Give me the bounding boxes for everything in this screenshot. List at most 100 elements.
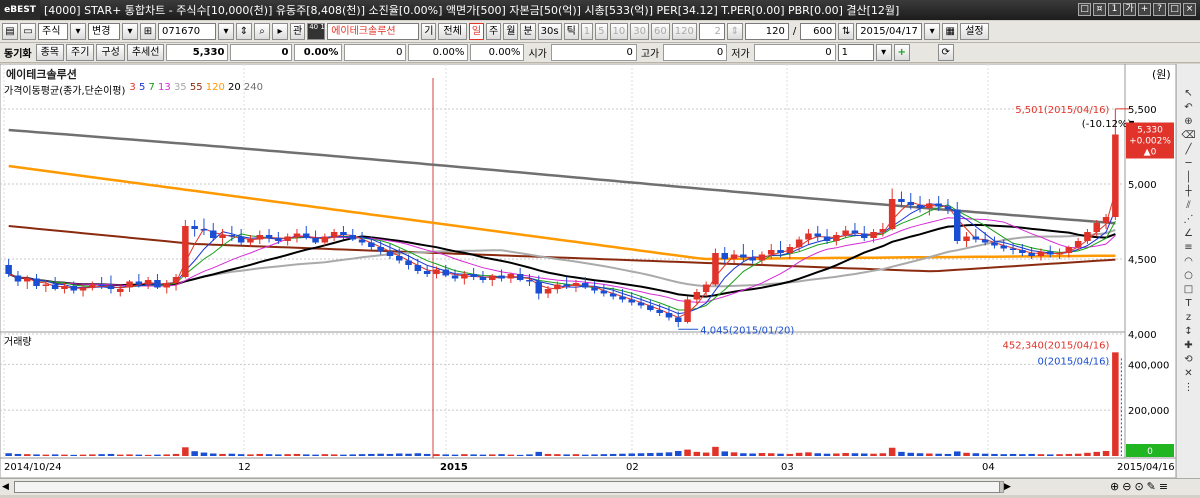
window-btn-plus[interactable]: + bbox=[1138, 3, 1151, 16]
date-input[interactable]: 2015/04/17 bbox=[856, 23, 923, 40]
interval-10[interactable]: 10 bbox=[609, 23, 629, 40]
badge-40-100[interactable]: 40 100 bbox=[307, 23, 334, 40]
price-volume-chart[interactable]: 5,500 5,000 4,500 4,000 400,000 200,000 2014/1… bbox=[0, 63, 1200, 495]
save-icon[interactable]: ▤ bbox=[2, 23, 18, 40]
layout-icon[interactable]: ▭ bbox=[20, 23, 36, 40]
zoom-menu-icon[interactable]: ≡ bbox=[1159, 480, 1168, 493]
arc-tool-icon[interactable]: ◠ bbox=[1184, 256, 1193, 267]
volume-bar bbox=[256, 453, 264, 456]
compose-button[interactable]: 구성 bbox=[96, 44, 125, 61]
window-btn-restore[interactable]: □ bbox=[1078, 3, 1091, 16]
code-dropdown-icon[interactable]: ▾ bbox=[218, 23, 234, 40]
interval-1[interactable]: 1 bbox=[580, 23, 594, 40]
scroll-left-icon[interactable]: ◀ bbox=[2, 482, 9, 492]
angle-tool-icon[interactable]: ∠ bbox=[1184, 228, 1193, 239]
delete-tool-icon[interactable]: ✕ bbox=[1184, 368, 1192, 379]
vline-tool-icon[interactable]: │ bbox=[1185, 172, 1191, 183]
candle-body bbox=[805, 233, 812, 240]
zoom-tool-wrench-icon[interactable]: ✎ bbox=[1147, 480, 1156, 493]
zoom-fit-icon[interactable]: ⊙ bbox=[1134, 480, 1143, 493]
fib-tool-icon[interactable]: ≡ bbox=[1184, 242, 1192, 253]
scroll-right-icon[interactable]: ▶ bbox=[1004, 482, 1011, 492]
candle-body bbox=[1074, 241, 1082, 247]
period-week[interactable]: 주 bbox=[486, 23, 502, 40]
interval-30[interactable]: 30 bbox=[630, 23, 649, 40]
code-spin-icon[interactable]: ⇕ bbox=[236, 23, 252, 40]
magnifier-icon[interactable]: ⌕ bbox=[254, 23, 270, 40]
zoom-tool-icon[interactable]: ⊕ bbox=[1184, 116, 1192, 127]
chart-area[interactable]: 5,500 5,000 4,500 4,000 400,000 200,000 2014/1… bbox=[0, 63, 1200, 495]
interval-5[interactable]: 5 bbox=[595, 23, 608, 40]
window-btn-font[interactable]: 가 bbox=[1123, 3, 1136, 16]
period-minute[interactable]: 분 bbox=[520, 23, 536, 40]
low-label: 저가 bbox=[731, 49, 750, 60]
candle-body bbox=[414, 265, 422, 271]
candle-body bbox=[1046, 251, 1054, 255]
circle-tool-icon[interactable]: ○ bbox=[1184, 270, 1193, 281]
period-30s[interactable]: 30s bbox=[537, 23, 562, 40]
period-month[interactable]: 월 bbox=[503, 23, 519, 40]
cycle-tool-icon[interactable]: ⟲ bbox=[1184, 354, 1192, 365]
scroll-thumb[interactable] bbox=[14, 481, 1000, 493]
undo-tool-icon[interactable]: ↶ bbox=[1184, 102, 1192, 113]
window-btn-maximize[interactable]: □ bbox=[1168, 3, 1181, 16]
sort-icon[interactable]: ⇅ bbox=[838, 23, 855, 40]
trendline-tool-icon[interactable]: ╱ bbox=[1185, 144, 1191, 155]
rect-tool-icon[interactable]: □ bbox=[1184, 284, 1193, 295]
arrow-tool-icon[interactable]: ↕ bbox=[1184, 326, 1192, 337]
volume-bar bbox=[98, 454, 105, 456]
add-icon[interactable]: + bbox=[893, 44, 910, 61]
next-icon[interactable]: ▸ bbox=[272, 23, 288, 40]
interval-spin-icon[interactable]: ⇕ bbox=[726, 23, 743, 40]
settings-button[interactable]: 설정 bbox=[960, 23, 989, 40]
interval-input[interactable]: 2 bbox=[698, 23, 725, 40]
period-tick[interactable]: 틱 bbox=[563, 23, 579, 40]
kwan-button[interactable]: 관 bbox=[290, 23, 306, 40]
volume-bar bbox=[944, 453, 952, 456]
channel-tool-icon[interactable]: ⫽ bbox=[1186, 200, 1190, 211]
all-button[interactable]: 전체 bbox=[438, 23, 467, 40]
open-label: 시가 bbox=[528, 49, 547, 60]
calendar-icon[interactable]: ▦ bbox=[942, 23, 959, 40]
zoom-out-icon[interactable]: ⊖ bbox=[1122, 480, 1131, 493]
gann-tool-icon[interactable]: ✚ bbox=[1184, 340, 1192, 351]
window-btn-help[interactable]: ? bbox=[1153, 3, 1166, 16]
market-select[interactable]: 주식 bbox=[38, 23, 68, 40]
window-btn-link[interactable]: ¤ bbox=[1093, 3, 1106, 16]
change-select[interactable]: 변경 bbox=[88, 23, 120, 40]
market-dropdown-icon[interactable]: ▾ bbox=[70, 23, 86, 40]
item-button[interactable]: 종목 bbox=[35, 44, 65, 61]
lines-dropdown-icon[interactable]: ▾ bbox=[875, 44, 892, 61]
refresh-icon[interactable]: ⟳ bbox=[937, 44, 954, 61]
change-dropdown-icon[interactable]: ▾ bbox=[122, 23, 138, 40]
fan-tool-icon[interactable]: ⋰ bbox=[1184, 214, 1194, 225]
lines-select[interactable]: 1 bbox=[837, 44, 874, 61]
code-search-icon[interactable]: ⊞ bbox=[140, 23, 156, 40]
cross-tool-icon[interactable]: ┼ bbox=[1185, 186, 1191, 197]
window-btn-one[interactable]: 1 bbox=[1108, 3, 1121, 16]
candle-body bbox=[684, 299, 691, 322]
window-btn-close[interactable]: × bbox=[1183, 3, 1196, 16]
stock-code-input[interactable]: 071670 bbox=[158, 23, 216, 40]
gi-button[interactable]: 기 bbox=[421, 23, 437, 40]
ma-legend-period: 120 bbox=[205, 82, 229, 93]
interval-60[interactable]: 60 bbox=[650, 23, 670, 40]
interval-120[interactable]: 120 bbox=[671, 23, 697, 40]
text-tool-icon[interactable]: T bbox=[1185, 298, 1191, 309]
candle-body bbox=[544, 289, 552, 294]
period-day[interactable]: 일 bbox=[468, 23, 485, 40]
trendline-button[interactable]: 추세선 bbox=[126, 44, 165, 61]
candle-body bbox=[23, 278, 31, 282]
zoom-in-icon[interactable]: ⊕ bbox=[1110, 480, 1119, 493]
period-button[interactable]: 주기 bbox=[66, 44, 95, 61]
count-input[interactable]: 120 bbox=[744, 23, 789, 40]
horizontal-scrollbar[interactable]: ◀ ▶ ⊕ ⊖ ⊙ ✎ ≡ bbox=[0, 478, 1200, 495]
hline-tool-icon[interactable]: ─ bbox=[1185, 158, 1191, 169]
zz-tool-icon[interactable]: z bbox=[1186, 312, 1191, 323]
cursor-tool-icon[interactable]: ↖ bbox=[1184, 88, 1192, 99]
max-count-input[interactable]: 600 bbox=[800, 23, 837, 40]
more-tool-icon[interactable]: ⋮ bbox=[1184, 382, 1194, 393]
candle-body bbox=[293, 233, 301, 237]
eraser-tool-icon[interactable]: ⌫ bbox=[1181, 130, 1195, 141]
date-dropdown-icon[interactable]: ▾ bbox=[924, 23, 941, 40]
